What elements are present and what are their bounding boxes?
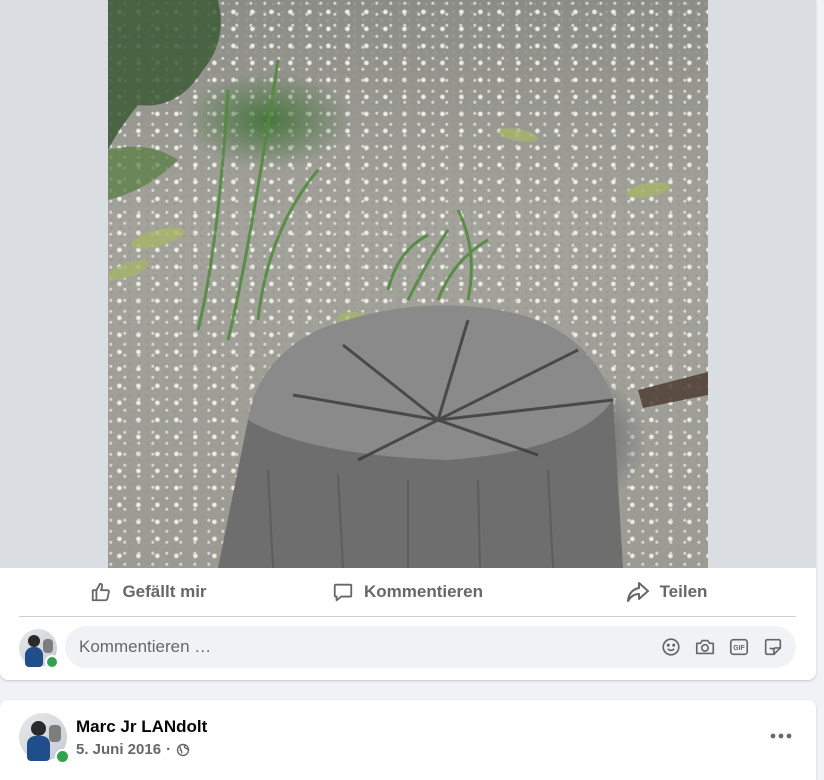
svg-text:GIF: GIF: [733, 645, 744, 652]
comment-bubble-icon: [333, 583, 353, 602]
online-status-dot: [45, 655, 59, 669]
online-status-dot: [55, 749, 70, 764]
thumbs-up-icon: [92, 582, 111, 602]
meta-separator: ·: [166, 741, 172, 758]
post-actions-bar: Gefällt mir Kommentieren Teilen: [19, 568, 796, 617]
like-label: Gefällt mir: [122, 582, 207, 601]
more-dots-icon: [770, 733, 792, 739]
comment-input-icons: GIF: [660, 636, 796, 658]
comment-composer: GIF: [19, 625, 796, 670]
gif-icon[interactable]: GIF: [728, 636, 750, 658]
author-name-link[interactable]: Marc Jr LANdolt: [76, 717, 207, 737]
share-button[interactable]: Teilen: [537, 572, 796, 612]
post-card: Gefällt mir Kommentieren Teilen Kommenti…: [0, 0, 816, 680]
tree-stump-illustration: [108, 0, 708, 568]
emoji-icon[interactable]: [660, 636, 682, 658]
sticker-icon[interactable]: [762, 636, 784, 658]
post-photo[interactable]: [108, 0, 708, 568]
comment-button[interactable]: Kommentieren: [278, 572, 537, 612]
like-button[interactable]: Gefällt mir: [19, 572, 278, 612]
avatar[interactable]: [19, 629, 59, 669]
comment-input[interactable]: [65, 625, 660, 669]
comment-input-box[interactable]: GIF: [65, 625, 796, 669]
post-meta: 5. Juni 2016 ·: [76, 741, 190, 758]
comment-label: Kommentieren: [363, 582, 484, 601]
post-header: Marc Jr LANdolt 5. Juni 2016 ·: [19, 713, 799, 764]
post-card: Marc Jr LANdolt 5. Juni 2016 ·: [0, 700, 816, 780]
share-arrow-icon: [626, 582, 649, 602]
more-options-button[interactable]: [763, 718, 799, 754]
author-avatar[interactable]: [19, 713, 70, 764]
globe-icon: [176, 743, 190, 756]
camera-icon[interactable]: [694, 636, 716, 658]
share-label: Teilen: [659, 582, 708, 601]
post-date-link[interactable]: 5. Juni 2016: [76, 741, 161, 758]
post-photo-container[interactable]: [0, 0, 816, 568]
